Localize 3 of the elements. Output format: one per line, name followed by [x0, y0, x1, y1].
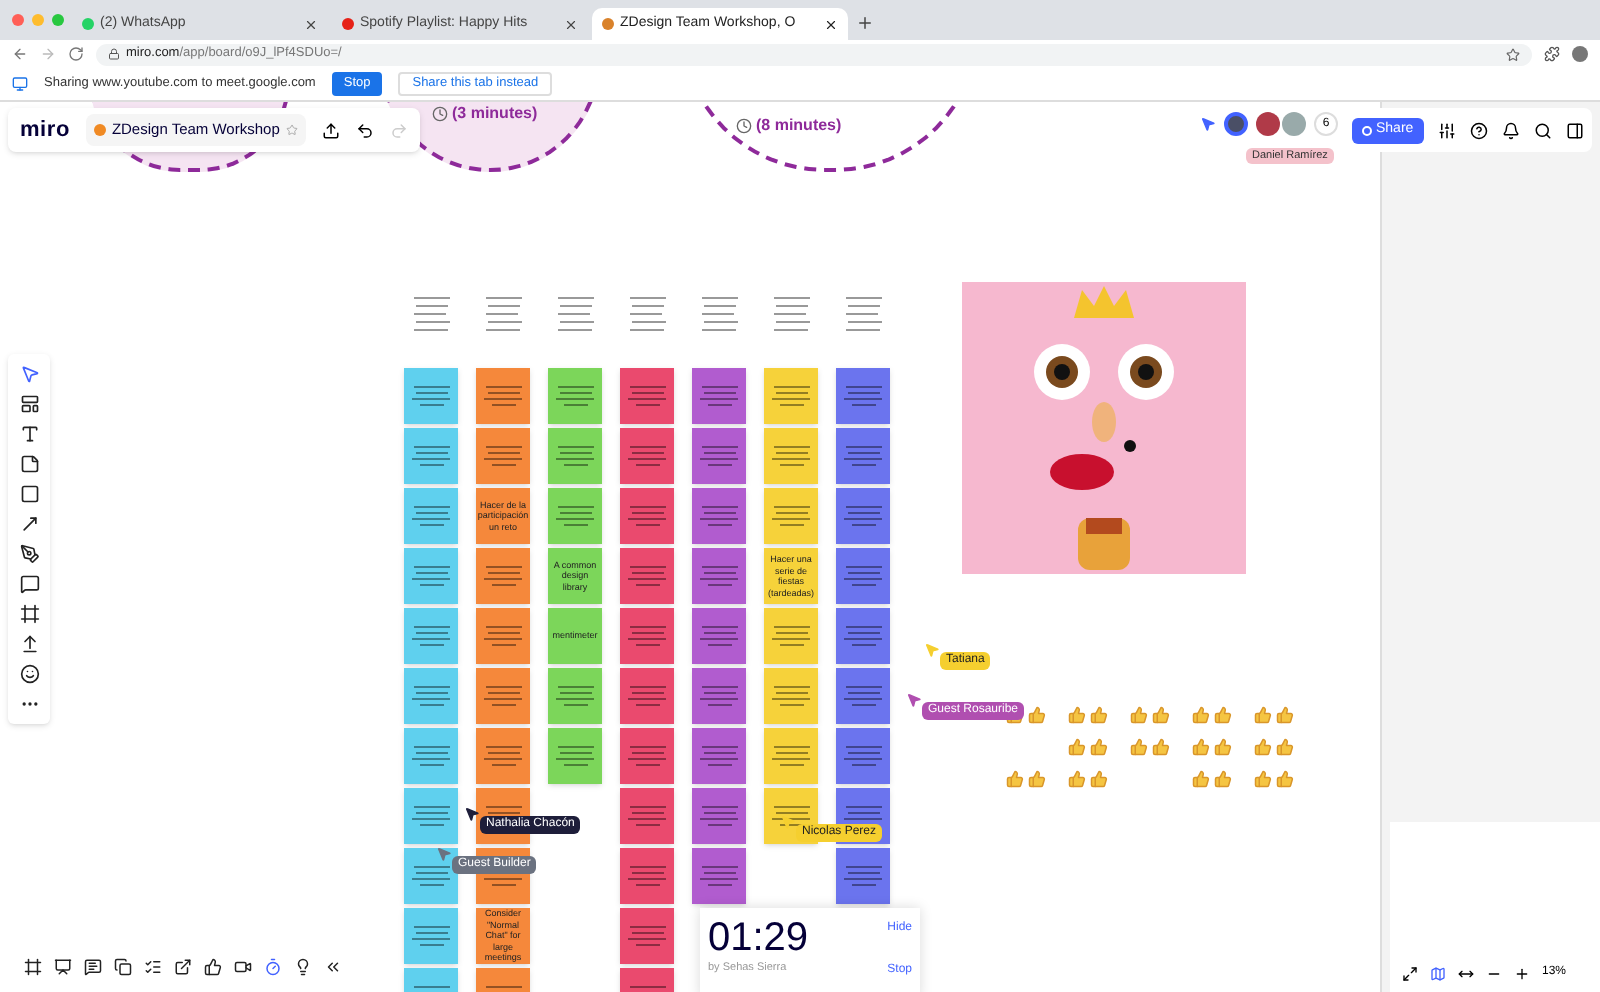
timer-time: 01:29: [708, 916, 809, 960]
duration-label: (8 minutes): [756, 114, 842, 138]
duration-label: (3 minutes): [452, 102, 538, 126]
